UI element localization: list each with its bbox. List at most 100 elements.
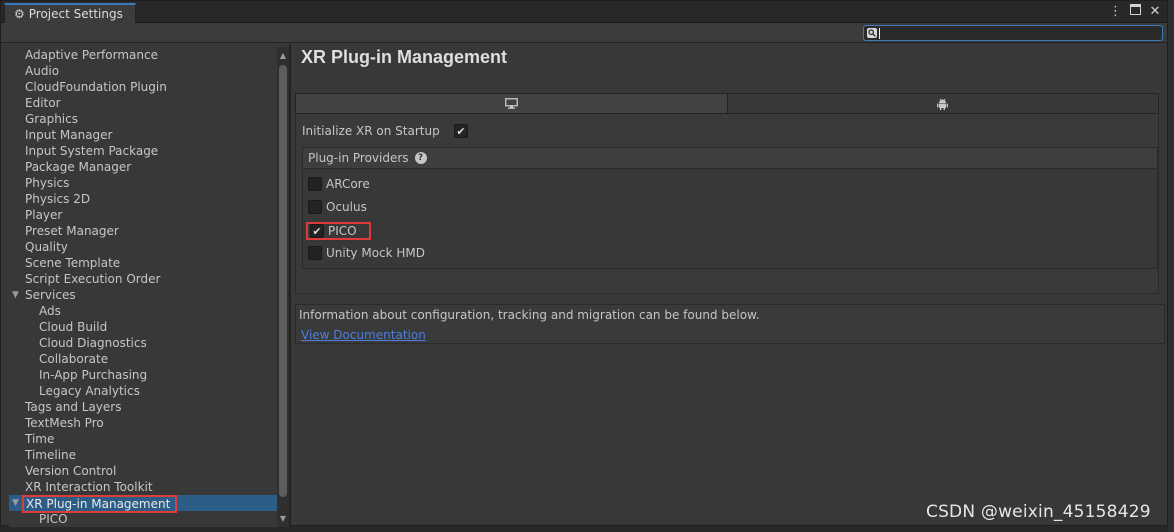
search-input[interactable] (880, 26, 1162, 40)
view-documentation-link[interactable]: View Documentation (301, 328, 426, 342)
sidebar-item-label: Quality (25, 240, 68, 254)
settings-sidebar: Adaptive Performance Audio CloudFoundation… (9, 44, 277, 527)
scroll-thumb[interactable] (279, 65, 287, 497)
sidebar-item[interactable]: Input Manager (9, 127, 277, 143)
background-strip (1168, 0, 1174, 532)
search-field[interactable] (863, 25, 1163, 41)
sidebar-item[interactable]: PICO (9, 511, 277, 527)
sidebar-item[interactable]: Player (9, 207, 277, 223)
sidebar-item[interactable]: Collaborate (9, 351, 277, 367)
tab-project-settings[interactable]: ⚙ Project Settings (4, 3, 136, 23)
sidebar-item-label: Graphics (25, 112, 78, 126)
initialize-xr-checkbox[interactable]: ✔ (454, 124, 468, 138)
sidebar-item-label: Legacy Analytics (39, 384, 140, 398)
window-controls: ⋮ ✕ (1109, 3, 1161, 21)
project-settings-window: ⚙ Project Settings ⋮ ✕ Adaptive Performa… (0, 0, 1168, 527)
sidebar-item[interactable]: Cloud Build (9, 319, 277, 335)
plugin-providers-header: Plug-in Providers ? (303, 148, 1157, 169)
sidebar-item-label: Player (25, 208, 63, 222)
info-text: Information about configuration, trackin… (299, 308, 760, 322)
sidebar-item[interactable]: Cloud Diagnostics (9, 335, 277, 351)
sidebar-item[interactable]: Editor (9, 95, 277, 111)
sidebar-item-label: Editor (25, 96, 61, 110)
sidebar-item-label: Version Control (25, 464, 117, 478)
scroll-down-arrow-icon[interactable]: ▼ (277, 513, 289, 525)
arcore-checkbox[interactable] (308, 177, 322, 191)
provider-pico[interactable]: ✔ PICO (306, 222, 371, 240)
provider-unity-mock-hmd[interactable]: Unity Mock HMD (308, 246, 425, 260)
sidebar-item[interactable]: Legacy Analytics (9, 383, 277, 399)
sidebar-item[interactable]: ▼ XR Plug-in Management (9, 495, 277, 513)
sidebar-item[interactable]: Physics 2D (9, 191, 277, 207)
sidebar-item[interactable]: Physics (9, 175, 277, 191)
sidebar-item[interactable]: Quality (9, 239, 277, 255)
sidebar-item[interactable]: ▼ Services (9, 287, 277, 303)
monitor-icon (504, 98, 518, 109)
sidebar-scrollbar[interactable]: ▲ ▼ (277, 47, 289, 527)
sidebar-item[interactable]: Ads (9, 303, 277, 319)
sidebar-item-label: TextMesh Pro (25, 416, 104, 430)
initialize-xr-row: Initialize XR on Startup ✔ (302, 124, 468, 138)
info-box: Information about configuration, trackin… (295, 304, 1165, 344)
tab-label: Project Settings (28, 7, 123, 21)
title-bar: ⚙ Project Settings ⋮ ✕ (1, 1, 1167, 23)
page-title: XR Plug-in Management (301, 47, 508, 67)
provider-label: ARCore (326, 177, 370, 191)
sidebar-list: Adaptive Performance Audio CloudFoundation… (9, 47, 277, 527)
sidebar-item[interactable]: Time (9, 431, 277, 447)
sidebar-item-label: Input System Package (25, 144, 159, 158)
scroll-up-arrow-icon[interactable]: ▲ (277, 50, 289, 62)
sidebar-item[interactable]: Adaptive Performance (9, 47, 277, 63)
toolbar (1, 23, 1167, 43)
sidebar-item-label: Scene Template (25, 256, 121, 270)
sidebar-item-label: Input Manager (25, 128, 113, 142)
sidebar-item[interactable]: CloudFoundation Plugin (9, 79, 277, 95)
sidebar-item[interactable]: TextMesh Pro (9, 415, 277, 431)
sidebar-item[interactable]: Tags and Layers (9, 399, 277, 415)
sidebar-item[interactable]: Audio (9, 63, 277, 79)
android-icon (937, 98, 949, 110)
provider-oculus[interactable]: Oculus (308, 200, 367, 214)
sidebar-item[interactable]: In-App Purchasing (9, 367, 277, 383)
sidebar-item-label: Ads (39, 304, 61, 318)
pico-checkbox[interactable]: ✔ (310, 224, 324, 238)
sidebar-item-label: Physics (25, 176, 70, 190)
kebab-menu-icon[interactable]: ⋮ (1109, 3, 1122, 21)
sidebar-item-label: Collaborate (39, 352, 109, 366)
unity-mock-hmd-checkbox[interactable] (308, 246, 322, 260)
sidebar-item-label: Tags and Layers (25, 400, 122, 414)
sidebar-item-label: Cloud Build (39, 320, 108, 334)
sidebar-item-label: XR Interaction Toolkit (25, 480, 153, 494)
help-icon[interactable]: ? (414, 152, 427, 164)
sidebar-item-label: Services (25, 288, 76, 302)
sidebar-item[interactable]: XR Interaction Toolkit (9, 479, 277, 495)
oculus-checkbox[interactable] (308, 200, 322, 214)
sidebar-item[interactable]: Package Manager (9, 159, 277, 175)
tab-android[interactable] (727, 94, 1158, 113)
sidebar-item[interactable]: Graphics (9, 111, 277, 127)
sidebar-item-label: Timeline (25, 448, 77, 462)
provider-arcore[interactable]: ARCore (308, 177, 370, 191)
sidebar-item-label: Package Manager (25, 160, 132, 174)
close-icon[interactable]: ✕ (1149, 3, 1161, 21)
initialize-xr-label: Initialize XR on Startup (302, 124, 440, 138)
expand-arrow-icon[interactable]: ▼ (12, 495, 19, 511)
sidebar-item[interactable]: Version Control (9, 463, 277, 479)
sidebar-item-label: Preset Manager (25, 224, 119, 238)
gear-icon: ⚙ (14, 7, 25, 21)
maximize-icon[interactable] (1129, 3, 1141, 21)
sidebar-item[interactable]: Timeline (9, 447, 277, 463)
tab-standalone[interactable] (296, 94, 728, 113)
sidebar-item[interactable]: Input System Package (9, 143, 277, 159)
xr-settings-box: Initialize XR on Startup ✔ Plug-in Provi… (295, 114, 1159, 294)
sidebar-item-label: PICO (39, 512, 68, 526)
sidebar-item[interactable]: Script Execution Order (9, 271, 277, 287)
expand-arrow-icon[interactable]: ▼ (12, 287, 19, 303)
provider-label: PICO (328, 224, 357, 238)
watermark: CSDN @weixin_45158429 (926, 502, 1151, 522)
sidebar-item-label: Adaptive Performance (25, 48, 158, 62)
platform-tabs (295, 93, 1159, 114)
provider-label: Unity Mock HMD (326, 246, 426, 260)
sidebar-item[interactable]: Scene Template (9, 255, 277, 271)
sidebar-item[interactable]: Preset Manager (9, 223, 277, 239)
